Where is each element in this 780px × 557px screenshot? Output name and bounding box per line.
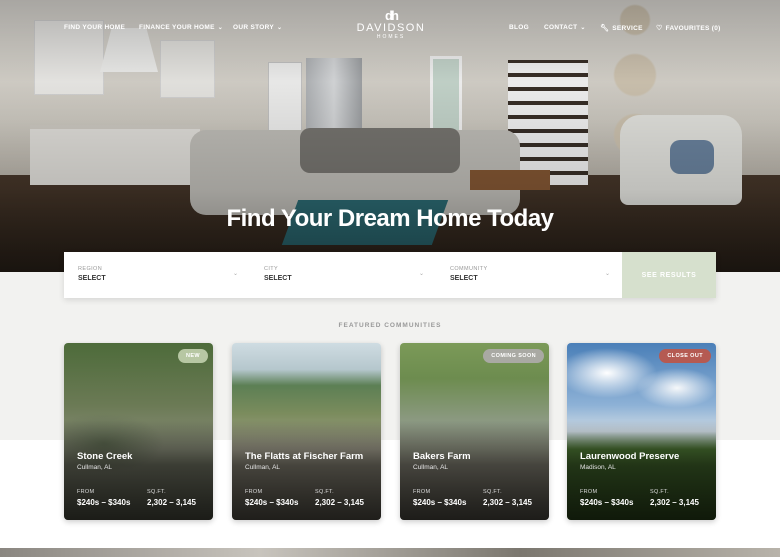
chevron-down-icon: ⌄ [217, 25, 224, 31]
community-card-flatts-fischer-farm[interactable]: The Flatts at Fischer Farm Cullman, AL F… [232, 343, 381, 520]
nav-favourites[interactable]: ♡ FAVOURITES (0) [656, 24, 721, 33]
community-card-bakers-farm[interactable]: COMING SOON Bakers Farm Cullman, AL FROM… [400, 343, 549, 520]
status-badge: CLOSE OUT [659, 349, 711, 363]
sqft-value: 2,302 – 3,145 [650, 498, 699, 507]
chevron-down-icon: ⌄ [276, 25, 283, 31]
community-location: Cullman, AL [245, 464, 281, 471]
sqft-label: SQ.FT. [315, 489, 334, 495]
community-select[interactable]: COMMUNITY SELECT ⌄ [436, 252, 622, 298]
sqft-label: SQ.FT. [483, 489, 502, 495]
community-name: Laurenwood Preserve [580, 451, 680, 462]
search-bar: REGION SELECT ⌄ CITY SELECT ⌄ COMMUNITY … [64, 252, 716, 298]
sqft-value: 2,302 – 3,145 [315, 498, 364, 507]
price-label: FROM [245, 489, 263, 495]
community-value: SELECT [450, 275, 478, 282]
next-section-image [0, 548, 780, 557]
see-results-button[interactable]: SEE RESULTS [622, 252, 716, 298]
logo-name: DAVIDSON [356, 22, 426, 34]
community-name: Bakers Farm [413, 451, 471, 462]
price-value: $240s – $340s [580, 498, 634, 507]
chevron-down-icon: ⌄ [418, 271, 424, 277]
nav-service-label: SERVICE [612, 24, 643, 32]
price-value: $240s – $340s [245, 498, 299, 507]
region-select[interactable]: REGION SELECT ⌄ [64, 252, 250, 298]
sqft-value: 2,302 – 3,145 [483, 498, 532, 507]
heart-icon: ♡ [656, 25, 663, 32]
region-value: SELECT [78, 275, 106, 282]
nav-favourites-label: FAVOURITES (0) [665, 24, 721, 32]
hero-banner: FIND YOUR HOME FINANCE YOUR HOME ⌄ OUR S… [0, 0, 780, 272]
community-location: Madison, AL [580, 464, 616, 471]
featured-communities-heading: FEATURED COMMUNITIES [338, 322, 442, 329]
community-card-laurenwood-preserve[interactable]: CLOSE OUT Laurenwood Preserve Madison, A… [567, 343, 716, 520]
nav-finance-home[interactable]: FINANCE YOUR HOME ⌄ [139, 24, 223, 31]
nav-contact-label: CONTACT [544, 24, 578, 31]
hero-title: Find Your Dream Home Today [226, 205, 554, 232]
city-label: CITY [264, 266, 279, 272]
nav-finance-home-label: FINANCE YOUR HOME [139, 24, 215, 31]
nav-service[interactable]: 🔧︎ SERVICE [600, 24, 643, 33]
sqft-label: SQ.FT. [650, 489, 669, 495]
community-card-stone-creek[interactable]: NEW Stone Creek Cullman, AL FROM $240s –… [64, 343, 213, 520]
city-value: SELECT [264, 275, 292, 282]
wrench-icon: 🔧︎ [600, 25, 610, 32]
price-label: FROM [580, 489, 598, 495]
price-value: $240s – $340s [413, 498, 467, 507]
nav-contact[interactable]: CONTACT ⌄ [544, 24, 586, 31]
nav-our-story[interactable]: OUR STORY ⌄ [233, 24, 282, 31]
nav-find-home[interactable]: FIND YOUR HOME [64, 24, 125, 31]
price-label: FROM [77, 489, 95, 495]
community-name: The Flatts at Fischer Farm [245, 451, 364, 462]
nav-blog[interactable]: BLOG [509, 24, 529, 31]
price-value: $240s – $340s [77, 498, 131, 507]
community-location: Cullman, AL [77, 464, 113, 471]
price-label: FROM [413, 489, 431, 495]
logo-sub: HOMES [376, 34, 406, 40]
chevron-down-icon: ⌄ [604, 271, 610, 277]
city-select[interactable]: CITY SELECT ⌄ [250, 252, 436, 298]
davidson-homes-logo[interactable]: dh DAVIDSON HOMES [355, 9, 427, 45]
chevron-down-icon: ⌄ [232, 271, 238, 277]
chevron-down-icon: ⌄ [580, 25, 586, 31]
status-badge: COMING SOON [483, 349, 544, 363]
nav-blog-label: BLOG [509, 24, 529, 31]
nav-our-story-label: OUR STORY [233, 24, 274, 31]
sqft-value: 2,302 – 3,145 [147, 498, 196, 507]
logo-mark: dh [385, 8, 399, 23]
community-location: Cullman, AL [413, 464, 449, 471]
community-label: COMMUNITY [450, 266, 488, 272]
community-name: Stone Creek [77, 451, 133, 462]
region-label: REGION [78, 266, 103, 272]
status-badge: NEW [177, 349, 208, 363]
nav-find-home-label: FIND YOUR HOME [64, 24, 126, 31]
sqft-label: SQ.FT. [147, 489, 166, 495]
